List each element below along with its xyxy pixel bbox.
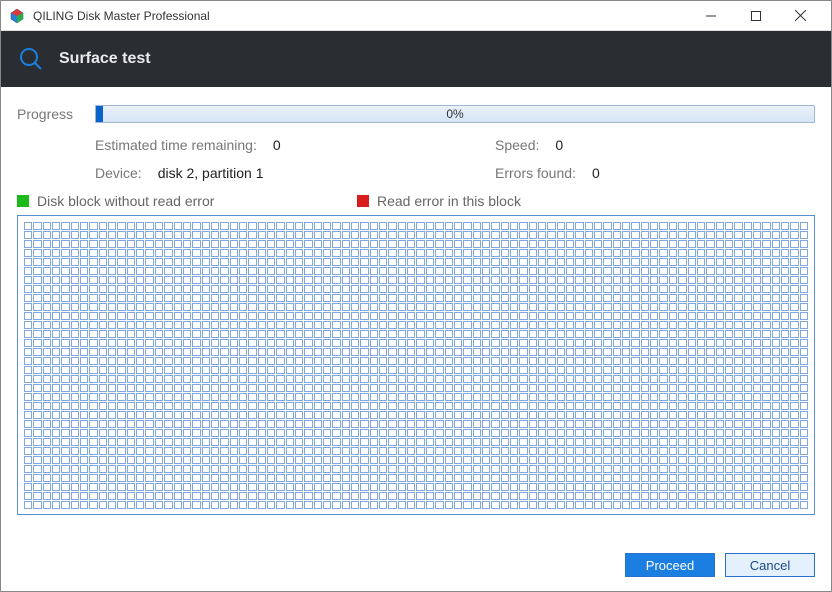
progress-row: Progress 0% xyxy=(17,105,815,123)
proceed-button[interactable]: Proceed xyxy=(625,553,715,577)
device-value: disk 2, partition 1 xyxy=(158,165,264,181)
eta-value: 0 xyxy=(273,137,281,153)
header-band: Surface test xyxy=(1,31,831,87)
legend-ok-label: Disk block without read error xyxy=(37,193,214,209)
legend-err-swatch xyxy=(357,195,369,207)
surface-test-icon xyxy=(17,45,45,73)
progress-bar: 0% xyxy=(95,105,815,123)
errors-value: 0 xyxy=(592,165,600,181)
maximize-button[interactable] xyxy=(733,1,778,31)
legend-err-label: Read error in this block xyxy=(377,193,521,209)
titlebar: QILING Disk Master Professional xyxy=(1,1,831,31)
cancel-button[interactable]: Cancel xyxy=(725,553,815,577)
legend: Disk block without read error Read error… xyxy=(17,193,815,209)
window-title: QILING Disk Master Professional xyxy=(33,9,688,23)
eta-label: Estimated time remaining: xyxy=(95,137,257,153)
progress-percent: 0% xyxy=(96,106,814,122)
block-grid xyxy=(17,215,815,515)
progress-label: Progress xyxy=(17,106,95,122)
minimize-button[interactable] xyxy=(688,1,733,31)
speed-label: Speed: xyxy=(495,137,539,153)
speed-value: 0 xyxy=(555,137,563,153)
content-area: Progress 0% Estimated time remaining: 0 … xyxy=(1,87,831,515)
legend-ok-swatch xyxy=(17,195,29,207)
errors-label: Errors found: xyxy=(495,165,576,181)
info-row-1: Estimated time remaining: 0 Speed: 0 xyxy=(17,137,815,153)
footer-buttons: Proceed Cancel xyxy=(625,553,815,577)
page-title: Surface test xyxy=(59,50,151,68)
close-button[interactable] xyxy=(778,1,823,31)
window-controls xyxy=(688,1,823,31)
app-icon xyxy=(9,8,25,24)
device-label: Device: xyxy=(95,165,142,181)
info-row-2: Device: disk 2, partition 1 Errors found… xyxy=(17,165,815,181)
